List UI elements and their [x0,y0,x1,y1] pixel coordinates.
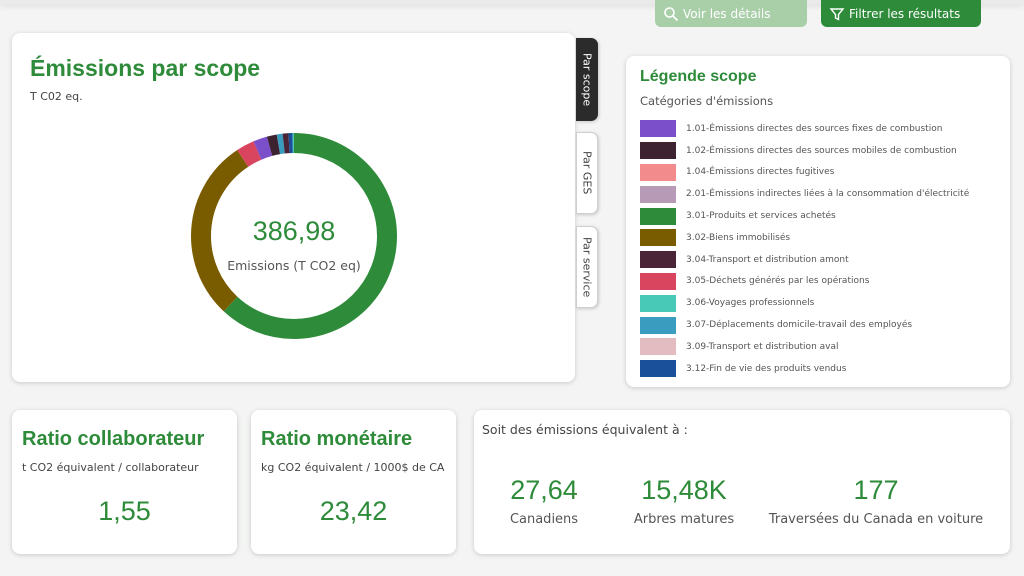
legend-item: 3.01-Produits et services achetés [640,205,969,227]
equivalent-traversees-label: Traversées du Canada en voiture [768,512,984,527]
equivalent-traversees-value: 177 [853,475,899,505]
tab-par-ges[interactable]: Par GES [576,132,598,214]
legend-label: 1.01-Émissions directes des sources fixe… [686,123,943,134]
legend-subtitle: Catégories d'émissions [640,94,774,108]
emissions-chart-card: Émissions par scope T C02 eq. 386,98 Emi… [12,33,575,382]
total-emissions-label: Emissions (T CO2 eq) [227,258,361,273]
ratio-monetaire-title: Ratio monétaire [261,428,413,450]
ratio-monetaire-unit: kg CO2 équivalent / 1000$ de CA [261,461,445,474]
legend-swatch [640,229,676,247]
ratio-monetaire-card: Ratio monétaire kg CO2 équivalent / 1000… [251,410,456,554]
legend-swatch [640,120,676,138]
legend-label: 3.05-Déchets générés par les opérations [686,276,870,287]
legend-swatch [640,251,676,269]
legend-swatch [640,142,676,160]
legend-label: 3.06-Voyages professionnels [686,298,815,309]
chart-title: Émissions par scope [30,55,261,81]
legend-list: 1.01-Émissions directes des sources fixe… [640,118,969,380]
legend-item: 3.06-Voyages professionnels [640,292,969,314]
chart-subtitle: T C02 eq. [30,90,83,103]
tab-par-scope-label: Par scope [580,52,594,107]
filter-results-button[interactable]: Filtrer les résultats [821,0,981,27]
ratio-collaborateur-title: Ratio collaborateur [22,428,205,450]
tab-par-scope[interactable]: Par scope [576,38,598,121]
legend-swatch [640,163,676,181]
legend-swatch [640,360,676,378]
legend-label: 2.01-Émissions indirectes liées à la con… [686,189,970,200]
ratio-collaborateur-card: Ratio collaborateur t CO2 équivalent / c… [12,410,237,554]
view-details-label: Voir les détails [683,6,771,21]
legend-item: 3.02-Biens immobilisés [640,227,969,249]
legend-swatch [640,207,676,225]
legend-card: Légende scope Catégories d'émissions 1.0… [626,56,1010,387]
legend-swatch [640,294,676,312]
ratio-collaborateur-unit: t CO2 équivalent / collaborateur [22,461,199,474]
filter-icon [829,7,845,21]
legend-label: 3.01-Produits et services achetés [686,211,836,222]
legend-swatch [640,316,676,334]
legend-item: 3.09-Transport et distribution aval [640,336,969,358]
equivalents-card: Soit des émissions équivalent à : 27,64 … [474,410,1010,554]
equivalent-arbres: 15,48K Arbres matures [624,474,744,527]
legend-label: 1.04-Émissions directes fugitives [686,167,835,178]
legend-swatch [640,272,676,290]
filter-results-label: Filtrer les résultats [849,6,961,21]
ratio-monetaire-value: 23,42 [319,496,388,526]
legend-label: 3.09-Transport et distribution aval [686,341,839,352]
legend-item: 3.12-Fin de vie des produits vendus [640,358,969,380]
equivalent-canadiens-value: 27,64 [510,475,578,505]
legend-label: 3.07-Déplacements domicile-travail des e… [686,320,913,331]
search-icon [664,6,679,21]
equivalent-traversees: 177 Traversées du Canada en voiture [766,474,986,527]
view-details-button[interactable]: Voir les détails [655,0,807,27]
legend-item: 2.01-Émissions indirectes liées à la con… [640,183,969,205]
legend-item: 3.05-Déchets générés par les opérations [640,271,969,293]
equivalent-canadiens-label: Canadiens [509,512,579,527]
ratio-collaborateur-value: 1,55 [98,496,151,526]
legend-swatch [640,185,676,203]
legend-title: Légende scope [640,68,757,85]
equivalents-title: Soit des émissions équivalent à : [482,422,688,437]
legend-item: 3.04-Transport et distribution amont [640,249,969,271]
equivalent-arbres-value: 15,48K [641,475,727,505]
legend-label: 3.12-Fin de vie des produits vendus [686,363,847,374]
total-emissions-value: 386,98 [252,216,336,246]
legend-label: 1.02-Émissions directes des sources mobi… [686,145,957,156]
legend-item: 1.01-Émissions directes des sources fixe… [640,118,969,140]
tab-par-service[interactable]: Par service [576,226,598,308]
legend-item: 1.02-Émissions directes des sources mobi… [640,140,969,162]
legend-label: 3.02-Biens immobilisés [686,232,791,243]
legend-label: 3.04-Transport et distribution amont [686,254,849,265]
legend-item: 3.07-Déplacements domicile-travail des e… [640,314,969,336]
legend-item: 1.04-Émissions directes fugitives [640,162,969,184]
tab-par-service-label: Par service [580,236,594,298]
legend-swatch [640,338,676,356]
equivalent-arbres-label: Arbres matures [633,512,735,527]
equivalent-canadiens: 27,64 Canadiens [494,474,594,527]
tab-par-ges-label: Par GES [580,151,594,195]
